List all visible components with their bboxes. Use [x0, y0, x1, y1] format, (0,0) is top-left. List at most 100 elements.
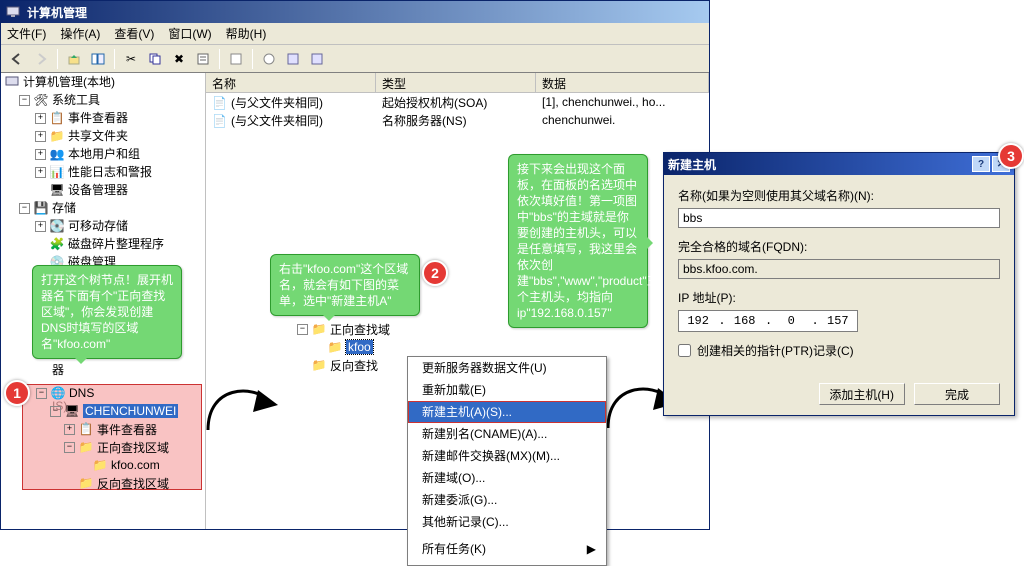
col-header-type[interactable]: 类型: [376, 73, 536, 92]
collapse-icon[interactable]: −: [64, 442, 75, 453]
cell-name: (与父文件夹相同): [231, 114, 323, 128]
ip-octet-4[interactable]: 157: [820, 314, 856, 328]
ip-octet-3[interactable]: 0: [773, 314, 809, 328]
tree-device-mgr[interactable]: 🖥设备管理器: [35, 181, 205, 199]
expand-icon[interactable]: +: [35, 167, 46, 178]
mini-tree-kfoo[interactable]: 📁kfoo: [297, 338, 407, 356]
tree-removable[interactable]: +💽可移动存储: [35, 217, 205, 235]
tooltip-1: 打开这个树节点！展开机器名下面有个"正向查找区域"，你会发现创建DNS时填写的区…: [32, 265, 182, 359]
menu-view[interactable]: 查看(V): [114, 25, 154, 42]
ptr-checkbox[interactable]: [678, 344, 691, 357]
col-header-data[interactable]: 数据: [536, 73, 709, 92]
expand-icon[interactable]: +: [64, 424, 75, 435]
cell-type: 起始授权机构(SOA): [376, 94, 536, 111]
menu-action[interactable]: 操作(A): [60, 25, 100, 42]
step-badge-1: 1: [4, 380, 30, 406]
tool-button-1[interactable]: [282, 48, 304, 70]
help-button[interactable]: ?: [972, 156, 990, 172]
menu-file[interactable]: 文件(F): [7, 25, 46, 42]
new-host-dialog: 新建主机 ? ✕ 名称(如果为空则使用其父域名称)(N): 完全合格的域名(FQ…: [663, 152, 1015, 416]
expand-icon[interactable]: +: [35, 131, 46, 142]
list-row[interactable]: 📄(与父文件夹相同) 起始授权机构(SOA) [1], chenchunwei.…: [206, 93, 709, 111]
ctx-new-domain[interactable]: 新建域(O)...: [408, 467, 606, 489]
ctx-new-alias[interactable]: 新建别名(CNAME)(A)...: [408, 423, 606, 445]
context-menu: 更新服务器数据文件(U) 重新加载(E) 新建主机(A)(S)... 新建别名(…: [407, 356, 607, 566]
tree-zone-kfoo[interactable]: 📁kfoo.com: [78, 456, 178, 474]
ctx-new-host[interactable]: 新建主机(A)(S)...: [408, 401, 606, 423]
tree-obscured-1[interactable]: 器: [19, 361, 205, 379]
tool-button-2[interactable]: [306, 48, 328, 70]
up-folder-button[interactable]: [63, 48, 85, 70]
tree-root[interactable]: 计算机管理(本地): [3, 73, 205, 91]
show-tree-button[interactable]: [87, 48, 109, 70]
menu-window[interactable]: 窗口(W): [168, 25, 211, 42]
cell-data: chenchunwei.: [536, 113, 709, 127]
tree-srv-event-viewer[interactable]: +📋事件查看器: [64, 420, 178, 438]
ctx-other-new[interactable]: 其他新记录(C)...: [408, 511, 606, 533]
collapse-icon[interactable]: −: [297, 324, 308, 335]
ip-input[interactable]: 192. 168. 0. 157: [678, 310, 858, 332]
tree-event-viewer[interactable]: +📋事件查看器: [35, 109, 205, 127]
cell-data: [1], chenchunwei., ho...: [536, 95, 709, 109]
menubar: 文件(F) 操作(A) 查看(V) 窗口(W) 帮助(H): [1, 23, 709, 45]
mini-tree-forward[interactable]: −📁正向查找域: [297, 320, 407, 338]
mini-tree-reverse[interactable]: 📁反向查找: [297, 356, 407, 374]
fqdn-display: [678, 259, 1000, 279]
tree-defrag[interactable]: 🧩磁盘碎片整理程序: [35, 235, 205, 253]
ip-octet-1[interactable]: 192: [680, 314, 716, 328]
tree-reverse-zones[interactable]: 📁反向查找区域: [64, 474, 178, 492]
tree-storage[interactable]: − 💾 存储: [19, 199, 205, 217]
tree-dns[interactable]: −🌐DNS: [36, 384, 178, 402]
tree-dns-server[interactable]: −🖥CHENCHUNWEI: [50, 402, 178, 420]
ctx-separator: [412, 562, 602, 563]
col-header-name[interactable]: 名称: [206, 73, 376, 92]
toolbar: ✂ ✖: [1, 45, 709, 73]
tooltip-2: 右击"kfoo.com"这个区域名，就会有如下图的菜单，选中"新建主机A": [270, 254, 420, 316]
removable-icon: 💽: [49, 218, 65, 234]
name-input[interactable]: [678, 208, 1000, 228]
folder-icon: 📁: [311, 357, 327, 373]
dns-subtree: −🌐DNS −🖥CHENCHUNWEI +📋事件查看器 −📁正向查找区域 📁kf…: [22, 384, 178, 492]
menu-help[interactable]: 帮助(H): [226, 25, 267, 42]
collapse-icon[interactable]: −: [19, 95, 30, 106]
server-icon: 🖥: [64, 403, 80, 419]
ctx-reload[interactable]: 重新加载(E): [408, 379, 606, 401]
ctx-reload-data[interactable]: 更新服务器数据文件(U): [408, 357, 606, 379]
defrag-icon: 🧩: [49, 236, 65, 252]
expand-icon[interactable]: +: [35, 149, 46, 160]
tree-local-users[interactable]: +👥本地用户和组: [35, 145, 205, 163]
ip-octet-2[interactable]: 168: [727, 314, 763, 328]
copy-button[interactable]: [144, 48, 166, 70]
expand-icon[interactable]: +: [35, 221, 46, 232]
collapse-icon[interactable]: −: [19, 203, 30, 214]
cut-button[interactable]: ✂: [120, 48, 142, 70]
tree-forward-zones[interactable]: −📁正向查找区域: [64, 438, 178, 456]
tree-perf-logs[interactable]: +📊性能日志和警报: [35, 163, 205, 181]
ctx-separator: [412, 535, 602, 536]
refresh-button[interactable]: [225, 48, 247, 70]
window-title: 计算机管理: [27, 4, 87, 21]
tree-system-tools[interactable]: − 🛠 系统工具: [19, 91, 205, 109]
ctx-new-delegation[interactable]: 新建委派(G)...: [408, 489, 606, 511]
collapse-icon[interactable]: −: [50, 406, 61, 417]
name-label: 名称(如果为空则使用其父域名称)(N):: [678, 187, 1000, 204]
users-icon: 👥: [49, 146, 65, 162]
dialog-titlebar: 新建主机 ? ✕: [664, 153, 1014, 175]
properties-button[interactable]: [192, 48, 214, 70]
done-button[interactable]: 完成: [914, 383, 1000, 405]
list-row[interactable]: 📄(与父文件夹相同) 名称服务器(NS) chenchunwei.: [206, 111, 709, 129]
record-icon: 📄: [212, 114, 227, 128]
ctx-all-tasks[interactable]: 所有任务(K)▶: [408, 538, 606, 560]
zone-icon: 📁: [327, 339, 343, 355]
delete-button[interactable]: ✖: [168, 48, 190, 70]
collapse-icon[interactable]: −: [36, 388, 47, 399]
mini-tree-step2: −📁正向查找域 📁kfoo 📁反向查找: [297, 320, 407, 374]
ip-label: IP 地址(P):: [678, 289, 1000, 306]
add-host-button[interactable]: 添加主机(H): [819, 383, 905, 405]
back-button[interactable]: [6, 48, 28, 70]
expand-icon[interactable]: +: [35, 113, 46, 124]
help-button[interactable]: [258, 48, 280, 70]
ctx-new-mx[interactable]: 新建邮件交换器(MX)(M)...: [408, 445, 606, 467]
forward-button[interactable]: [30, 48, 52, 70]
tree-shared-folders[interactable]: +📁共享文件夹: [35, 127, 205, 145]
